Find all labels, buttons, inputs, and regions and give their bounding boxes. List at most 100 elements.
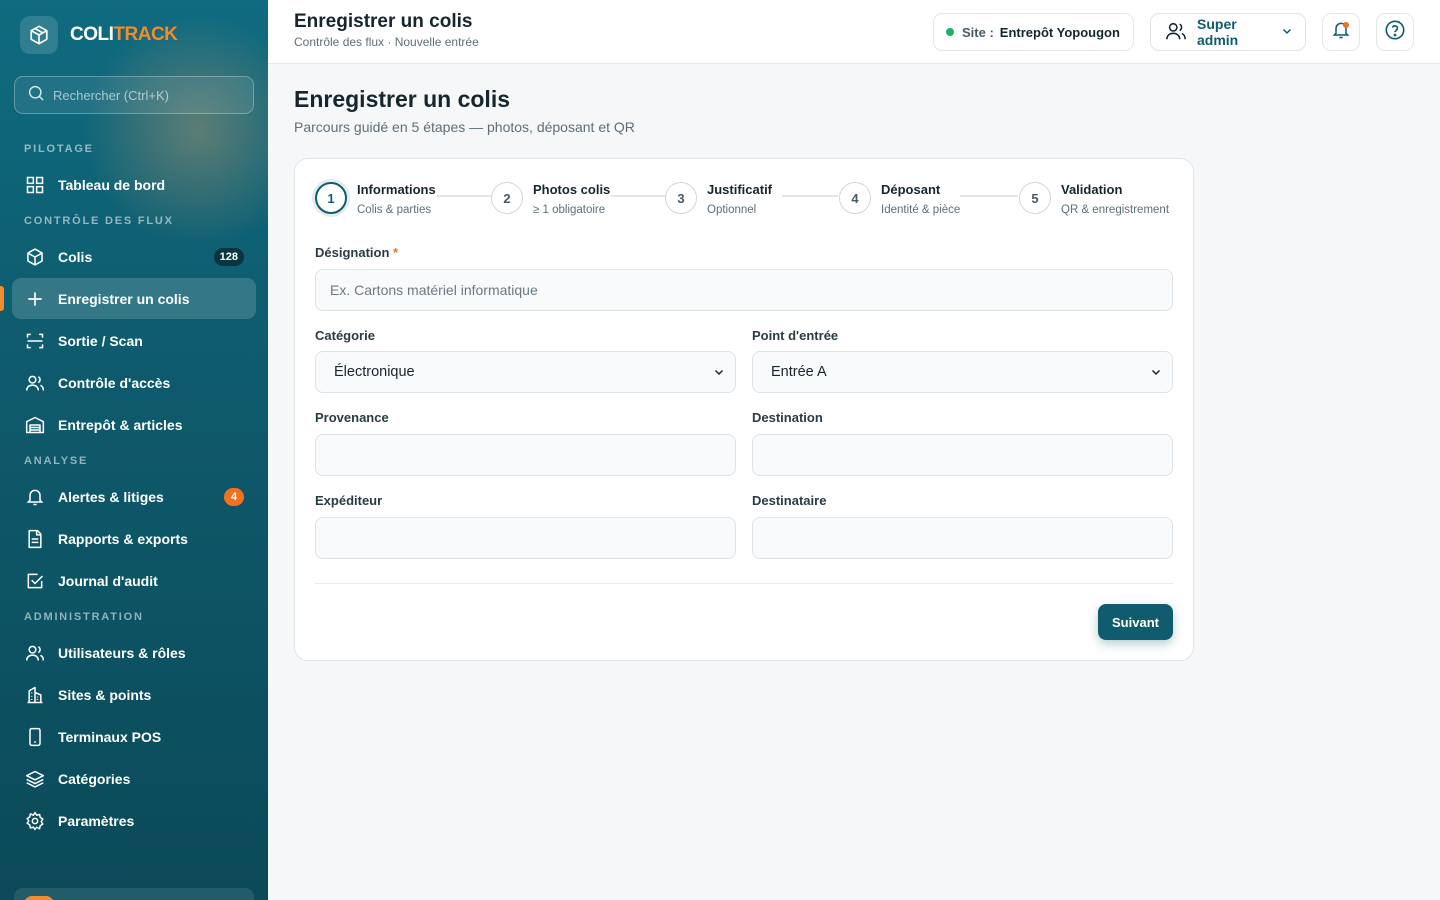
section-title-administration: ADMINISTRATION [24,611,144,623]
dashboard-icon [24,174,46,196]
sidebar-item-entrepot[interactable]: Entrepôt & articles [12,404,256,445]
step-connector [437,195,491,197]
sidebar-item-utilisateurs[interactable]: Utilisateurs & rôles [12,632,256,673]
sidebar-item-label: Terminaux POS [58,728,162,745]
step-subtitle: ≥ 1 obligatoire [533,204,606,216]
designation-input[interactable] [315,269,1173,311]
designation-label: Désignation * [315,245,399,260]
sidebar-item-sortie-scan[interactable]: Sortie / Scan [12,320,256,361]
provenance-label: Provenance [315,410,389,425]
site-value: Entrepôt Yopougon [999,24,1120,40]
layers-icon [24,768,46,790]
status-dot-icon [946,28,954,36]
count-badge: 128 [213,247,244,266]
topbar-title: Enregistrer un colis [294,11,473,32]
point-entree-label: Point d'entrée [752,328,839,343]
step-title: Déposant [881,182,941,197]
step-4[interactable]: 4 Déposant Identité & pièce [839,182,960,216]
divider [315,583,1173,584]
help-icon [1384,19,1406,46]
step-title: Photos colis [533,182,611,197]
sidebar-item-journal[interactable]: Journal d'audit [12,560,256,601]
package-icon [24,246,46,268]
step-3[interactable]: 3 Justificatif Optionnel [665,182,772,216]
step-title: Justificatif [707,182,773,197]
destination-label: Destination [752,410,823,425]
sidebar-item-label: Rapports & exports [58,530,188,547]
point-entree-select[interactable]: Entrée A [752,351,1173,393]
sidebar-item-label: Sites & points [58,686,152,703]
section-title-analyse: ANALYSE [24,455,89,467]
point-entree-value: Entrée A [771,364,827,380]
destinataire-input[interactable] [752,517,1173,559]
categorie-value: Électronique [334,364,415,380]
chevron-down-icon [1150,366,1162,382]
breadcrumb: Contrôle des flux · Nouvelle entrée [294,35,479,49]
step-5[interactable]: 5 Validation QR & enregistrement [1019,182,1169,216]
package-logo-icon [20,16,58,54]
topbar: Enregistrer un colis Contrôle des flux ·… [268,0,1440,64]
help-button[interactable] [1376,13,1414,51]
step-subtitle: Optionnel [707,204,757,216]
sidebar-item-parametres[interactable]: Paramètres [12,800,256,841]
sidebar-item-label: Alertes & litiges [58,488,164,505]
user-menu-button[interactable]: Super admin [1150,13,1306,51]
expediteur-input[interactable] [315,517,736,559]
next-button[interactable]: Suivant [1098,604,1173,640]
section-title-pilotage: PILOTAGE [24,143,94,155]
sidebar-item-label: Utilisateurs & rôles [58,644,186,661]
sidebar-item-categories[interactable]: Catégories [12,758,256,799]
sidebar-item-enregistrer-colis[interactable]: Enregistrer un colis [0,278,256,319]
site-selector[interactable]: Site : Entrepôt Yopougon [933,13,1134,51]
destinataire-label: Destinataire [752,493,827,508]
search-icon [27,84,45,107]
destination-input[interactable] [752,434,1173,476]
sidebar-item-rapports[interactable]: Rapports & exports [12,518,256,559]
chevron-down-icon [713,366,725,382]
sidebar-item-sites[interactable]: Sites & points [12,674,256,715]
step-1[interactable]: 1 Informations Colis & parties [315,182,436,216]
sidebar-item-terminaux[interactable]: Terminaux POS [12,716,256,757]
count-badge: 4 [224,487,244,506]
sidebar-item-label: Paramètres [58,812,135,829]
search-box[interactable] [14,76,254,114]
scan-icon [24,330,46,352]
chevron-down-icon [1281,24,1293,40]
sidebar-item-tableau-de-bord[interactable]: Tableau de bord [12,164,256,205]
step-connector [960,195,1018,197]
sidebar-item-colis[interactable]: Colis 128 [12,236,256,277]
page-subtitle: Parcours guidé en 5 étapes — photos, dép… [294,119,635,135]
users-icon [1165,20,1187,45]
gear-icon [24,810,46,832]
users-icon [24,642,46,664]
sidebar-item-label: Sortie / Scan [58,332,143,349]
expediteur-label: Expéditeur [315,493,383,508]
step-number: 5 [1019,182,1051,214]
sidebar-item-label: Contrôle d'accès [58,374,171,391]
plus-icon [24,288,46,310]
device-icon [24,726,46,748]
brand[interactable]: COLITRACK [20,16,178,54]
notification-dot [1343,22,1349,28]
step-2[interactable]: 2 Photos colis ≥ 1 obligatoire [491,182,610,216]
search-input[interactable] [53,87,243,103]
notifications-button[interactable] [1322,13,1360,51]
warehouse-icon [24,414,46,436]
bell-icon [24,486,46,508]
sidebar-item-label: Entrepôt & articles [58,416,183,433]
step-title: Informations [357,182,436,197]
step-subtitle: Identité & pièce [881,204,961,216]
site-label: Site : [962,24,994,40]
sidebar-item-controle-acces[interactable]: Contrôle d'accès [12,362,256,403]
step-subtitle: Colis & parties [357,204,432,216]
avatar [24,896,54,900]
categorie-label: Catégorie [315,328,375,343]
sidebar-item-label: Catégories [58,770,131,787]
step-title: Validation [1061,182,1123,197]
provenance-input[interactable] [315,434,736,476]
sidebar-item-alertes[interactable]: Alertes & litiges 4 [12,476,256,517]
sidebar-item-label: Enregistrer un colis [58,290,190,307]
user-profile-card[interactable] [14,888,254,900]
step-number: 4 [839,182,871,214]
categorie-select[interactable]: Électronique [315,351,736,393]
